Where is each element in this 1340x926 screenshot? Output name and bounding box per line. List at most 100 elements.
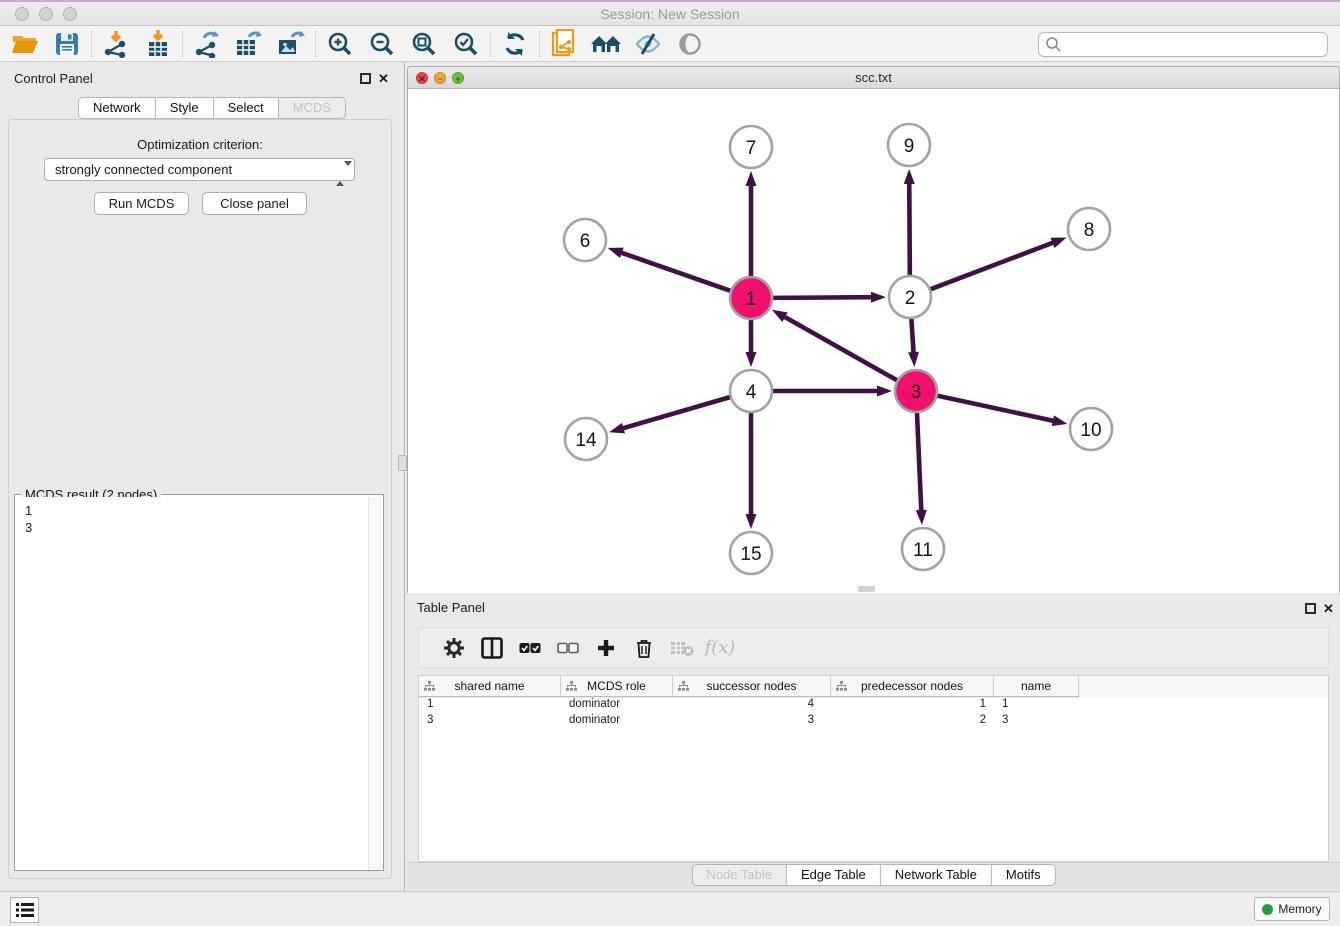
- first-neighbors-button[interactable]: [585, 28, 627, 60]
- graph-node-label-3: 3: [911, 382, 922, 403]
- window-zoom-button[interactable]: [63, 7, 77, 21]
- cell-mcds-role: dominator: [561, 713, 673, 729]
- status-bar: Memory: [0, 891, 1340, 926]
- control-panel-close-icon[interactable]: ✕: [378, 71, 389, 87]
- window-minimize-button[interactable]: [39, 7, 53, 21]
- tab-style[interactable]: Style: [156, 97, 214, 119]
- function-builder-button: f(x): [701, 633, 739, 663]
- graph-node-label-10: 10: [1080, 420, 1101, 441]
- graph-edge-arrowhead: [746, 352, 757, 367]
- panel-divider: [404, 62, 405, 891]
- unselect-all-columns-button[interactable]: [549, 633, 587, 663]
- result-scrollbar[interactable]: [368, 497, 381, 870]
- show-column-button[interactable]: [473, 633, 511, 663]
- graph-edge-1-6[interactable]: [620, 252, 731, 291]
- table-toolbar: f(x): [418, 627, 1329, 668]
- table-row[interactable]: 3 dominator 3 2 3: [419, 713, 1328, 729]
- network-minimize-button[interactable]: −: [434, 72, 446, 84]
- select-all-columns-button[interactable]: [511, 633, 549, 663]
- mcds-result-list[interactable]: 1 3: [17, 497, 370, 870]
- optimization-criterion-value: strongly connected component: [55, 162, 232, 177]
- tab-motifs[interactable]: Motifs: [992, 864, 1056, 886]
- table-panel-close-icon[interactable]: ✕: [1323, 601, 1334, 617]
- window-close-button[interactable]: [15, 7, 29, 21]
- control-panel-float-icon[interactable]: [360, 73, 371, 84]
- network-canvas-svg[interactable]: 1234678910111415: [408, 89, 1339, 593]
- graph-edge-2-3[interactable]: [911, 318, 913, 354]
- tab-select[interactable]: Select: [214, 97, 279, 119]
- tab-network[interactable]: Network: [78, 97, 156, 119]
- tab-mcds[interactable]: MCDS: [279, 97, 346, 119]
- delete-table-icon: [670, 639, 694, 657]
- network-resize-handle[interactable]: [858, 586, 875, 592]
- zoom-selected-button[interactable]: [445, 28, 487, 60]
- column-header-predecessor-nodes[interactable]: predecessor nodes: [831, 676, 994, 697]
- open-folder-icon: [11, 32, 39, 56]
- table-settings-button[interactable]: [435, 633, 473, 663]
- panel-divider-handle[interactable]: [398, 455, 407, 471]
- graph-edge-3-10[interactable]: [937, 395, 1055, 421]
- export-image-icon: [277, 30, 305, 58]
- graph-edge-arrowhead: [608, 248, 624, 258]
- zoom-fit-button[interactable]: [403, 28, 445, 60]
- control-panel-tabs: Network Style Select MCDS: [78, 97, 346, 119]
- memory-label: Memory: [1278, 902, 1321, 916]
- graph-edge-arrowhead: [1052, 415, 1068, 426]
- cell-name: 1: [994, 697, 1079, 713]
- node-table[interactable]: shared name MCDS role successor nodes pr…: [418, 675, 1329, 862]
- toolbar-separator: [315, 31, 316, 57]
- mcds-result-item: 3: [25, 519, 370, 536]
- tab-edge-table[interactable]: Edge Table: [787, 864, 881, 886]
- delete-columns-button[interactable]: [625, 633, 663, 663]
- checked-boxes-icon: [519, 642, 541, 654]
- column-header-shared-name[interactable]: shared name: [419, 676, 561, 697]
- graph-edge-arrowhead: [609, 423, 625, 434]
- network-maximize-button[interactable]: +: [452, 72, 464, 84]
- close-panel-button[interactable]: Close panel: [202, 192, 307, 215]
- table-row[interactable]: 1 dominator 4 1 1: [419, 697, 1328, 713]
- graph-edge-1-2[interactable]: [772, 297, 873, 298]
- column-label: name: [1021, 679, 1051, 693]
- column-header-mcds-role[interactable]: MCDS role: [561, 676, 673, 697]
- graph-edge-4-14[interactable]: [622, 397, 731, 429]
- hide-selected-button[interactable]: [627, 28, 669, 60]
- task-history-button[interactable]: [10, 897, 39, 923]
- graph-edge-3-1[interactable]: [783, 316, 897, 381]
- import-table-button[interactable]: [137, 28, 179, 60]
- zoom-out-button[interactable]: [361, 28, 403, 60]
- new-network-from-selection-button[interactable]: [543, 28, 585, 60]
- export-table-button[interactable]: [228, 28, 270, 60]
- cell-predecessor-nodes: 1: [831, 697, 994, 713]
- refresh-button[interactable]: [494, 28, 536, 60]
- import-table-icon: [146, 30, 170, 58]
- network-window-titlebar[interactable]: ✕ − + scc.txt: [408, 67, 1339, 89]
- export-network-button[interactable]: [186, 28, 228, 60]
- memory-button[interactable]: Memory: [1254, 897, 1330, 921]
- open-session-button[interactable]: [4, 28, 46, 60]
- table-panel-float-icon[interactable]: [1305, 603, 1316, 614]
- graph-edge-2-9[interactable]: [909, 182, 910, 276]
- search-input[interactable]: [1062, 35, 1327, 55]
- graph-edge-2-8[interactable]: [930, 242, 1055, 289]
- column-header-name[interactable]: name: [994, 676, 1079, 697]
- save-session-button[interactable]: [46, 28, 88, 60]
- zoom-fit-icon: [411, 31, 437, 57]
- graph-edge-3-11[interactable]: [917, 412, 921, 512]
- create-column-button[interactable]: [587, 633, 625, 663]
- network-window-title: scc.txt: [408, 67, 1339, 88]
- zoom-in-button[interactable]: [319, 28, 361, 60]
- optimization-criterion-select[interactable]: strongly connected component: [44, 158, 355, 181]
- plus-icon: [597, 639, 615, 657]
- tab-node-table[interactable]: Node Table: [691, 864, 787, 886]
- show-all-button[interactable]: [669, 28, 711, 60]
- run-mcds-button[interactable]: Run MCDS: [94, 192, 189, 215]
- network-close-button[interactable]: ✕: [416, 72, 428, 84]
- export-image-button[interactable]: [270, 28, 312, 60]
- toolbar-separator: [91, 31, 92, 57]
- refresh-icon: [502, 31, 528, 57]
- control-panel: Control Panel ✕ Network Style Select MCD…: [0, 62, 400, 891]
- tab-network-table[interactable]: Network Table: [881, 864, 992, 886]
- import-network-button[interactable]: [95, 28, 137, 60]
- column-header-successor-nodes[interactable]: successor nodes: [673, 676, 831, 697]
- save-icon: [55, 32, 79, 56]
